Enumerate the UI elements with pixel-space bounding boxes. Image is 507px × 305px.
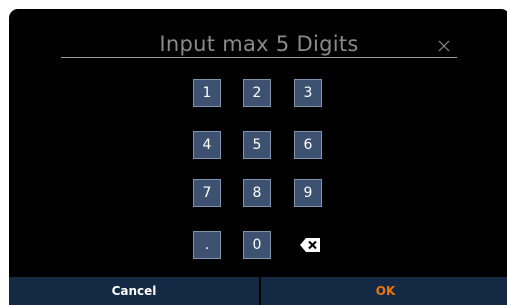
key-2[interactable]: 2 [243,79,271,107]
key-5[interactable]: 5 [243,131,271,159]
numeric-input-dialog: Input max 5 Digits 1 2 3 4 5 6 7 8 9 . 0… [9,9,507,305]
input-placeholder: Input max 5 Digits [159,32,359,56]
cancel-button[interactable]: Cancel [9,277,259,305]
input-underline [61,57,457,58]
key-0[interactable]: 0 [243,231,271,259]
key-1[interactable]: 1 [193,79,221,107]
key-3[interactable]: 3 [294,79,322,107]
dialog-footer: Cancel OK [9,277,507,305]
key-8[interactable]: 8 [243,179,271,207]
backspace-icon[interactable] [299,237,321,253]
digit-input-field[interactable]: Input max 5 Digits [61,30,457,64]
ok-button[interactable]: OK [261,277,507,305]
key-decimal[interactable]: . [193,231,221,259]
key-7[interactable]: 7 [193,179,221,207]
close-icon[interactable] [437,39,451,53]
key-9[interactable]: 9 [294,179,322,207]
key-6[interactable]: 6 [294,131,322,159]
key-4[interactable]: 4 [193,131,221,159]
